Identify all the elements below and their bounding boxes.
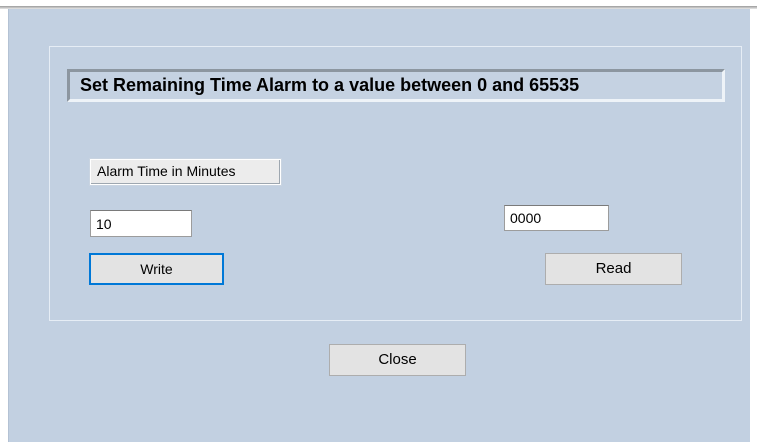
instruction-banner: Set Remaining Time Alarm to a value betw…	[67, 69, 725, 102]
read-value-field[interactable]	[504, 205, 609, 231]
alarm-time-input[interactable]	[90, 210, 192, 237]
read-button[interactable]: Read	[545, 253, 682, 285]
alarm-time-label: Alarm Time in Minutes	[90, 159, 281, 185]
remaining-time-alarm-dialog: Set Remaining Time Alarm to a value betw…	[8, 9, 750, 442]
close-button[interactable]: Close	[329, 344, 466, 376]
write-button[interactable]: Write	[89, 253, 224, 285]
alarm-window: Set Remaining Time Alarm to a value betw…	[0, 0, 757, 442]
